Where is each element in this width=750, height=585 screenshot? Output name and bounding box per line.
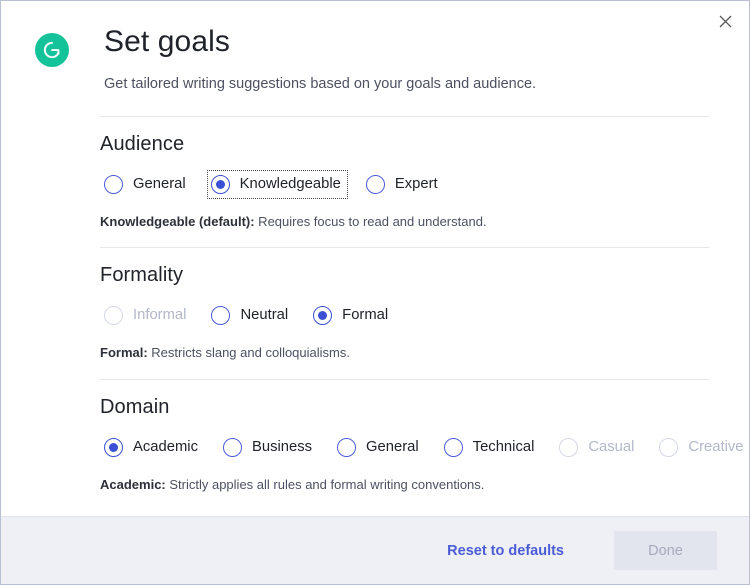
- radio-domain-business[interactable]: Business: [219, 433, 319, 462]
- radio-label: Casual: [588, 440, 634, 455]
- radio-group-formality: Informal Neutral Formal: [100, 301, 719, 330]
- radio-domain-creative: Creative: [655, 433, 749, 462]
- radio-mark-icon: [104, 306, 123, 325]
- hint-text: Requires focus to read and understand.: [255, 214, 487, 229]
- done-button[interactable]: Done: [614, 531, 717, 570]
- hint-domain: Academic: Strictly applies all rules and…: [100, 476, 719, 494]
- section-formality: Formality Informal Neutral Formal: [100, 248, 719, 379]
- goal-sections: Audience General Knowledgeable Expert: [100, 116, 719, 511]
- dialog-content: Set goals Get tailored writing suggestio…: [1, 1, 749, 516]
- dialog-footer: Reset to defaults Done: [1, 516, 749, 584]
- hint-key: Academic:: [100, 477, 166, 492]
- radio-formality-informal: Informal: [100, 301, 193, 330]
- radio-domain-casual: Casual: [555, 433, 641, 462]
- radio-domain-general[interactable]: General: [333, 433, 426, 462]
- radio-label: Knowledgeable: [240, 177, 341, 192]
- radio-label: General: [366, 440, 419, 455]
- radio-mark-icon: [211, 175, 230, 194]
- radio-domain-technical[interactable]: Technical: [440, 433, 542, 462]
- radio-mark-icon: [104, 175, 123, 194]
- section-title-formality: Formality: [100, 264, 719, 287]
- radio-label: Technical: [473, 440, 535, 455]
- radio-formality-formal[interactable]: Formal: [309, 301, 395, 330]
- radio-label: Creative: [688, 440, 743, 455]
- dialog-header: Set goals Get tailored writing suggestio…: [31, 1, 719, 94]
- radio-mark-icon: [366, 175, 385, 194]
- radio-mark-icon: [559, 438, 578, 457]
- radio-label: Academic: [133, 440, 198, 455]
- radio-audience-general[interactable]: General: [100, 170, 193, 199]
- section-audience: Audience General Knowledgeable Expert: [100, 117, 719, 248]
- radio-mark-icon: [313, 306, 332, 325]
- radio-mark-icon: [223, 438, 242, 457]
- radio-mark-icon: [444, 438, 463, 457]
- hint-key: Formal:: [100, 345, 148, 360]
- page-subtitle: Get tailored writing suggestions based o…: [104, 74, 536, 94]
- page-title: Set goals: [104, 23, 536, 61]
- radio-label: Neutral: [240, 308, 288, 323]
- hint-text: Strictly applies all rules and formal wr…: [166, 477, 485, 492]
- radio-label: Business: [252, 440, 312, 455]
- radio-mark-icon: [211, 306, 230, 325]
- radio-domain-academic[interactable]: Academic: [100, 433, 205, 462]
- hint-audience: Knowledgeable (default): Requires focus …: [100, 213, 719, 231]
- radio-label: Formal: [342, 308, 388, 323]
- section-domain: Domain Academic Business General: [100, 380, 719, 511]
- header-text-block: Set goals Get tailored writing suggestio…: [104, 23, 536, 94]
- reset-to-defaults-button[interactable]: Reset to defaults: [443, 537, 568, 565]
- radio-label: Informal: [133, 308, 186, 323]
- radio-mark-icon: [659, 438, 678, 457]
- radio-label: General: [133, 177, 186, 192]
- radio-audience-expert[interactable]: Expert: [362, 170, 445, 199]
- radio-group-audience: General Knowledgeable Expert: [100, 170, 719, 199]
- radio-mark-icon: [104, 438, 123, 457]
- section-title-domain: Domain: [100, 396, 719, 419]
- radio-mark-icon: [337, 438, 356, 457]
- section-title-audience: Audience: [100, 133, 719, 156]
- close-icon-glyph: [719, 15, 732, 28]
- radio-audience-knowledgeable[interactable]: Knowledgeable: [207, 170, 348, 199]
- radio-formality-neutral[interactable]: Neutral: [207, 301, 295, 330]
- hint-text: Restricts slang and colloquialisms.: [148, 345, 350, 360]
- hint-formality: Formal: Restricts slang and colloquialis…: [100, 344, 719, 362]
- close-icon[interactable]: [703, 3, 747, 39]
- set-goals-dialog: Set goals Get tailored writing suggestio…: [0, 0, 750, 585]
- grammarly-logo-icon: [35, 33, 69, 67]
- radio-label: Expert: [395, 177, 438, 192]
- grammarly-logo-glyph: [41, 39, 63, 61]
- radio-group-domain: Academic Business General Technical: [100, 433, 719, 462]
- hint-key: Knowledgeable (default):: [100, 214, 255, 229]
